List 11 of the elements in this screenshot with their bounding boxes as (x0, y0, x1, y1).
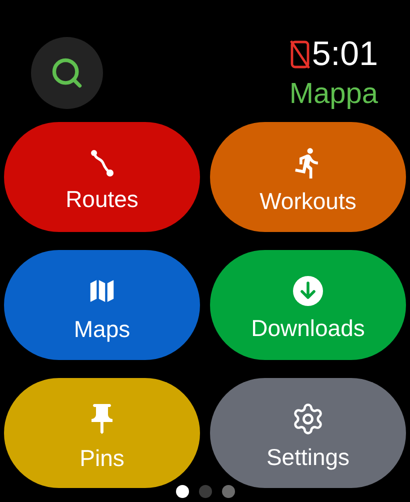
workouts-button[interactable]: Workouts (210, 122, 406, 232)
maps-button[interactable]: Maps (4, 250, 200, 360)
phone-disconnected-icon (290, 39, 310, 69)
download-icon (292, 274, 324, 306)
settings-button[interactable]: Settings (210, 378, 406, 488)
time: 5:01 (312, 37, 378, 71)
downloads-button[interactable]: Downloads (210, 250, 406, 360)
app-title: Mappa (289, 80, 378, 109)
settings-icon (291, 402, 325, 436)
search-icon (50, 56, 84, 90)
routes-button[interactable]: Routes (4, 122, 200, 232)
